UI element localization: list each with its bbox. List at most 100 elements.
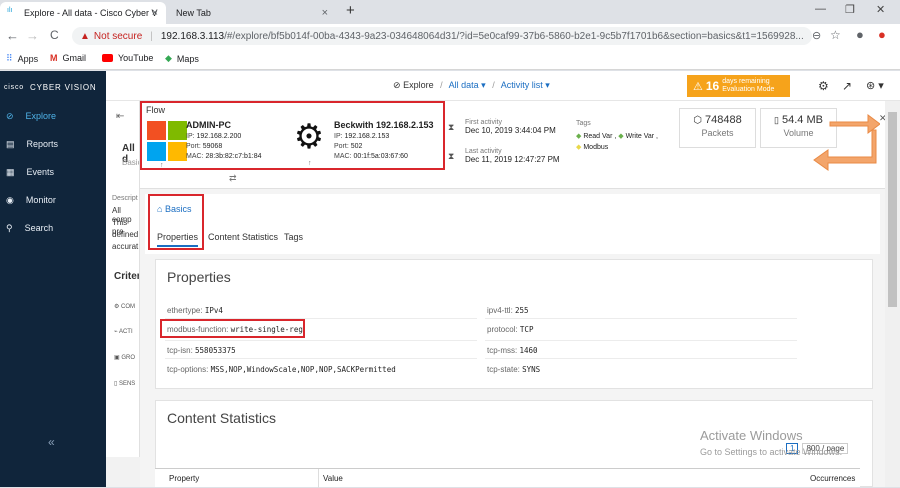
tag-write-var[interactable]: Write Var , [626,133,658,140]
tags-label: Tags [576,120,591,127]
gear-icon: ⚙ [292,118,326,156]
first-activity-label: First activity [465,119,502,126]
sidebar-item-label: Explore [25,111,57,121]
tag-modbus[interactable]: Modbus [583,144,608,151]
annotation-arrows [813,114,880,171]
days-remaining-label: days remaining [722,78,770,85]
property-tcp-isn: tcp-isn: 558053375 [167,346,236,355]
search-icon: ⚲ [6,222,13,233]
bookmark-maps[interactable]: ◆ Maps [165,53,199,64]
home-icon: ⌂ [157,204,163,214]
last-activity-value: Dec 11, 2019 12:47:27 PM [465,155,560,164]
swap-icon[interactable]: ⇄ [229,173,237,184]
modbus-function-highlight-box [160,319,305,338]
sidebar-item-search[interactable]: ⚲ Search [0,217,106,239]
star-icon[interactable]: ☆ [830,28,841,42]
basics-link[interactable]: ⌂ Basics [157,204,191,214]
property-ipv4-ttl: ipv4-ttl: 255 [487,306,529,315]
criteria-item[interactable]: ▣ GRO [114,354,135,361]
restore-icon[interactable]: ❐ [845,3,855,16]
source-ip: 192.168.2.200 [196,133,242,140]
packets-card: ⬡ 748488 Packets [679,108,756,148]
first-activity-value: Dec 10, 2019 3:44:04 PM [465,126,556,135]
browser-tab-explore[interactable]: ılı Explore - All data - Cisco Cyber V × [0,2,166,24]
forward-icon[interactable]: → [26,28,39,43]
column-occurrences[interactable]: Occurrences [810,474,855,483]
close-tab-icon[interactable]: × [152,7,158,19]
sidebar-item-explore[interactable]: ⊘ Explore [0,105,106,127]
criteria-item[interactable]: ⚙ COM [114,303,135,310]
scrollbar-thumb[interactable] [888,112,897,307]
property-tcp-options: tcp-options: MSS,NOP,WindowScale,NOP,NOP… [167,365,396,374]
sidebar-item-monitor[interactable]: ◉ Monitor [0,189,106,211]
first-activity: First activity Dec 10, 2019 3:44:04 PM [465,119,556,135]
windows-logo-icon [147,121,187,161]
activate-windows-subtitle: Go to Settings to activate Windows. [700,447,843,457]
cisco-logo: cisco [4,83,24,91]
warning-icon: ▲ [80,30,90,42]
storage-icon: ▯ [774,115,779,125]
brand[interactable]: cisco CYBER VISION [0,71,106,103]
tab-properties[interactable]: Properties [157,232,199,247]
panel-subtitle: Basic [122,158,140,167]
bookmark-apps[interactable]: ⠿ Apps [6,53,38,64]
evaluation-badge[interactable]: ⚠ 16 days remaining Evaluation Mode [687,75,790,97]
collapse-sidebar-icon[interactable]: « [48,435,55,449]
breadcrumb-activity-list[interactable]: Activity list ▾ [501,80,550,90]
extension-icon[interactable]: ● [878,27,886,42]
new-tab-button[interactable]: + [346,2,355,19]
destination-port: 502 [350,143,363,150]
criteria-title: Criteri [114,271,139,282]
reload-icon[interactable]: C [50,28,59,42]
sidebar-item-label: Events [26,167,55,177]
criteria-item[interactable]: ⌁ ACTI [114,328,133,335]
column-property[interactable]: Property [169,474,199,483]
activate-windows-title: Activate Windows [700,428,803,443]
back-icon[interactable]: ← [6,28,19,43]
expand-icon[interactable]: ⇤ [116,111,124,122]
sidebar-item-reports[interactable]: ▤ Reports [0,133,106,155]
close-window-icon[interactable]: ✕ [876,3,885,16]
url-host: 192.168.3.113 [160,30,225,42]
criteria-item[interactable]: ▯ SENS [114,380,135,387]
column-divider [318,469,319,488]
reports-icon: ▤ [6,138,15,149]
gear-icon[interactable]: ⚙ [818,79,829,93]
up-arrow-icon: ↑ [308,160,312,167]
sidebar-item-events[interactable]: ▦ Events [0,161,106,183]
close-tab-icon[interactable]: × [322,7,328,19]
destination-device[interactable]: Beckwith 192.168.2.153 IP: 192.168.2.153… [334,120,434,162]
column-value[interactable]: Value [323,474,343,483]
url-input[interactable]: ▲ Not secure | 192.168.3.113 /#/explore/… [72,27,812,45]
bookmark-youtube[interactable]: YouTube [102,53,153,63]
url-path: /#/explore/bf5b014f-00ba-4343-9a23-03464… [224,30,804,42]
bookmark-label: Apps [17,53,39,64]
minimize-icon[interactable]: — [815,3,826,15]
source-port: 59068 [202,143,223,150]
compass-icon: ⊘ [393,80,401,90]
last-activity: Last activity Dec 11, 2019 12:47:27 PM [465,148,560,164]
breadcrumb-all-data[interactable]: All data ▾ [449,80,486,90]
security-label[interactable]: Not secure [94,31,142,42]
breadcrumb-explore[interactable]: Explore [403,80,434,90]
destination-device-name: Beckwith 192.168.2.153 [334,120,434,130]
bookmark-gmail[interactable]: M Gmail [50,53,86,63]
browser-tab-new[interactable]: New Tab × [168,2,336,24]
zoom-icon[interactable]: ⊖ [812,29,821,42]
tab-title: New Tab [176,8,211,18]
packets-value: 748488 [705,114,742,126]
profile-icon[interactable]: ● [856,27,864,42]
user-icon[interactable]: ⊛ ▾ [866,79,884,92]
property-tcp-mss: tcp-mss: 1460 [487,346,538,355]
chart-icon[interactable]: ↗ [842,79,852,93]
tab-tags[interactable]: Tags [284,232,303,242]
description-line: defined [112,230,139,239]
days-remaining-count: 16 [705,79,720,93]
tab-content-statistics[interactable]: Content Statistics [208,232,278,242]
packets-label: Packets [701,128,734,138]
source-device[interactable]: ADMIN-PC IP: 192.168.2.200 Port: 59068 M… [186,120,262,162]
sidebar-item-label: Reports [26,139,59,149]
tag-icon: ◆ [618,133,624,140]
tag-read-var[interactable]: Read Var , [583,133,616,140]
evaluation-mode-label: Evaluation Mode [722,86,775,93]
